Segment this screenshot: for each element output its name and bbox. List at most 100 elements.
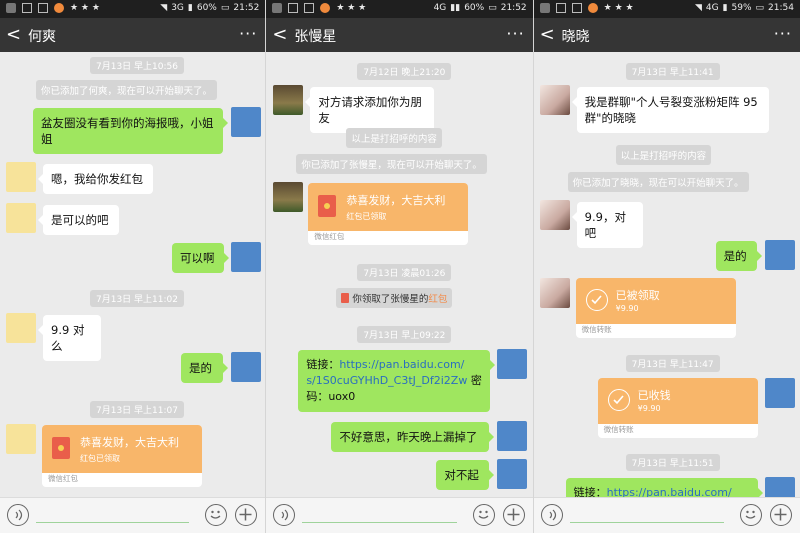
app-icon <box>54 3 64 13</box>
image-icon <box>38 3 48 13</box>
transfer-card[interactable]: 已被领取 ¥9.90 微信转账 <box>575 278 736 338</box>
timestamp: 7月13日 早上11:41 <box>625 63 720 80</box>
red-packet-link[interactable]: 红包 <box>428 294 447 305</box>
red-packet-icon <box>318 195 337 217</box>
message-bubble-out[interactable]: 是的 <box>181 353 228 383</box>
contact-avatar[interactable] <box>6 203 36 233</box>
red-packet-title: 恭喜发财，大吉大利 <box>346 194 446 207</box>
contact-avatar[interactable] <box>539 278 570 308</box>
my-avatar[interactable] <box>764 477 795 498</box>
system-message: 你已添加了晓晓，现在可以开始聊天了。 <box>567 172 749 192</box>
red-packet-icon <box>52 437 70 459</box>
baidu-link-path[interactable]: s/1S0cuGYHhD_C3tJ_Df2i2Zw <box>306 374 467 387</box>
battery-icon: ▭ <box>220 3 230 13</box>
transfer-title: 已收钱 <box>637 389 671 402</box>
contact-avatar[interactable] <box>273 85 304 115</box>
emoji-icon[interactable] <box>472 504 495 526</box>
plus-icon[interactable] <box>502 504 525 526</box>
contact-avatar[interactable] <box>6 424 36 454</box>
voice-icon[interactable] <box>273 504 296 526</box>
network-label: 4G <box>433 3 447 13</box>
timestamp: 7月13日 早上10:56 <box>90 57 184 74</box>
my-avatar[interactable] <box>497 349 528 379</box>
my-avatar[interactable] <box>497 421 528 451</box>
message-bubble-in[interactable]: 我是群聊"个人号裂变涨粉矩阵 95 群"的晓晓 <box>571 87 769 133</box>
message-input[interactable] <box>36 522 190 523</box>
back-icon[interactable]: < <box>540 23 555 47</box>
message-bubble-in[interactable]: 是可以的吧 <box>38 205 119 235</box>
contact-name: 张慢星 <box>294 29 337 45</box>
more-icon[interactable]: ··· <box>239 24 257 43</box>
contact-avatar[interactable] <box>6 162 36 192</box>
screenshots-strip: ★ ★ ★ ◥ 3G ▮ 60% ▭ 21:52 < 何爽 ··· 7月13日 … <box>0 0 800 533</box>
message-bubble-in[interactable]: 9.9，对吧 <box>571 202 643 248</box>
message-input[interactable] <box>302 522 457 523</box>
baidu-link[interactable]: https://pan.baidu.com/ <box>339 358 464 371</box>
clock: 21:52 <box>500 3 527 13</box>
voice-icon[interactable] <box>540 504 563 526</box>
emoji-icon[interactable] <box>739 504 762 526</box>
notification-icon <box>6 3 16 13</box>
message-bubble-out[interactable]: 不好意思，昨天晚上漏掉了 <box>331 422 495 452</box>
chat-area[interactable]: 7月12日 晚上21:20 对方请求添加你为朋友 以上是打招呼的内容 你已添加了… <box>266 52 532 498</box>
checkmark-icon <box>585 289 608 311</box>
red-packet-title: 恭喜发财，大吉大利 <box>80 436 179 449</box>
battery-level: 60% <box>196 3 217 13</box>
chat-screen-1: ★ ★ ★ ◥ 3G ▮ 60% ▭ 21:52 < 何爽 ··· 7月13日 … <box>0 0 266 533</box>
back-icon[interactable]: < <box>272 23 287 47</box>
red-packet-status: 红包已领取 <box>346 212 387 221</box>
message-bubble-out[interactable]: 可以啊 <box>172 243 229 273</box>
voice-icon[interactable] <box>7 504 29 526</box>
my-avatar[interactable] <box>497 459 528 489</box>
timestamp: 7月13日 凌晨01:26 <box>357 264 452 281</box>
message-bubble-in[interactable]: 9.9 对么 <box>38 315 101 361</box>
message-input[interactable] <box>569 522 724 523</box>
system-message: 以上是打招呼的内容 <box>615 145 712 165</box>
emoji-icon[interactable] <box>205 504 228 526</box>
my-avatar[interactable] <box>231 352 261 382</box>
clock: 21:54 <box>768 3 794 13</box>
system-message: 以上是打招呼的内容 <box>346 128 442 148</box>
message-bubble-out[interactable]: 是的 <box>715 241 762 271</box>
contact-avatar[interactable] <box>539 200 570 230</box>
network-label: 3G <box>171 3 184 13</box>
timestamp: 7月12日 晚上21:20 <box>357 63 452 80</box>
chat-screen-3: ★ ★ ★ ◥ 4G ▮ 59% ▭ 21:54 < 晓晓 ··· 7月13日 … <box>532 0 800 533</box>
link-message-bubble[interactable]: 链接：https://pan.baidu.com/ <box>565 478 763 498</box>
plus-icon[interactable] <box>769 504 792 526</box>
checkmark-icon <box>607 389 630 411</box>
plus-icon[interactable] <box>235 504 258 526</box>
red-packet-card[interactable]: 恭喜发财，大吉大利 红包已领取 微信红包 <box>42 425 202 487</box>
message-bubble-in[interactable]: 对方请求添加你为朋友 <box>305 87 435 133</box>
more-icon[interactable]: ··· <box>774 24 792 43</box>
battery-icon: ▭ <box>755 3 765 13</box>
chat-area[interactable]: 7月13日 早上10:56 你已添加了何爽，现在可以开始聊天了。 盆友圈没有看到… <box>0 52 265 498</box>
my-avatar[interactable] <box>764 378 795 408</box>
signal-icon: ▮ <box>187 3 193 13</box>
chat-header: < 张慢星 ··· <box>266 18 533 52</box>
battery-icon: ▭ <box>488 3 497 13</box>
input-bar <box>0 497 266 533</box>
transfer-label: 微信转账 <box>581 325 612 334</box>
my-avatar[interactable] <box>764 240 795 270</box>
chat-area[interactable]: 7月13日 早上11:41 我是群聊"个人号裂变涨粉矩阵 95 群"的晓晓 以上… <box>534 52 800 498</box>
message-bubble-out[interactable]: 对不起 <box>436 460 495 490</box>
contact-avatar[interactable] <box>273 182 304 212</box>
my-avatar[interactable] <box>231 242 261 272</box>
system-message: 你已添加了张慢星，现在可以开始聊天了。 <box>296 154 487 174</box>
message-icon <box>288 3 299 13</box>
contact-avatar[interactable] <box>539 85 570 115</box>
red-packet-card[interactable]: 恭喜发财，大吉大利 红包已领取 微信红包 <box>308 183 469 245</box>
contact-avatar[interactable] <box>6 313 36 343</box>
link-message-bubble[interactable]: 链接：https://pan.baidu.com/ s/1S0cuGYHhD_C… <box>298 350 496 412</box>
transfer-card[interactable]: 已收钱 ¥9.90 微信转账 <box>597 378 758 438</box>
back-icon[interactable]: < <box>6 23 21 47</box>
star-icon: ★ ★ ★ <box>603 3 634 13</box>
message-bubble-out[interactable]: 盆友圈没有看到你的海报哦，小姐姐 <box>33 108 228 154</box>
red-packet-label: 微信红包 <box>314 232 345 241</box>
more-icon[interactable]: ··· <box>506 24 524 43</box>
status-bar: ★ ★ ★ ◥ 4G ▮ 59% ▭ 21:54 <box>533 0 800 18</box>
contact-name: 晓晓 <box>561 29 590 45</box>
my-avatar[interactable] <box>231 107 261 137</box>
message-bubble-in[interactable]: 嗯，我给你发红包 <box>38 164 153 194</box>
